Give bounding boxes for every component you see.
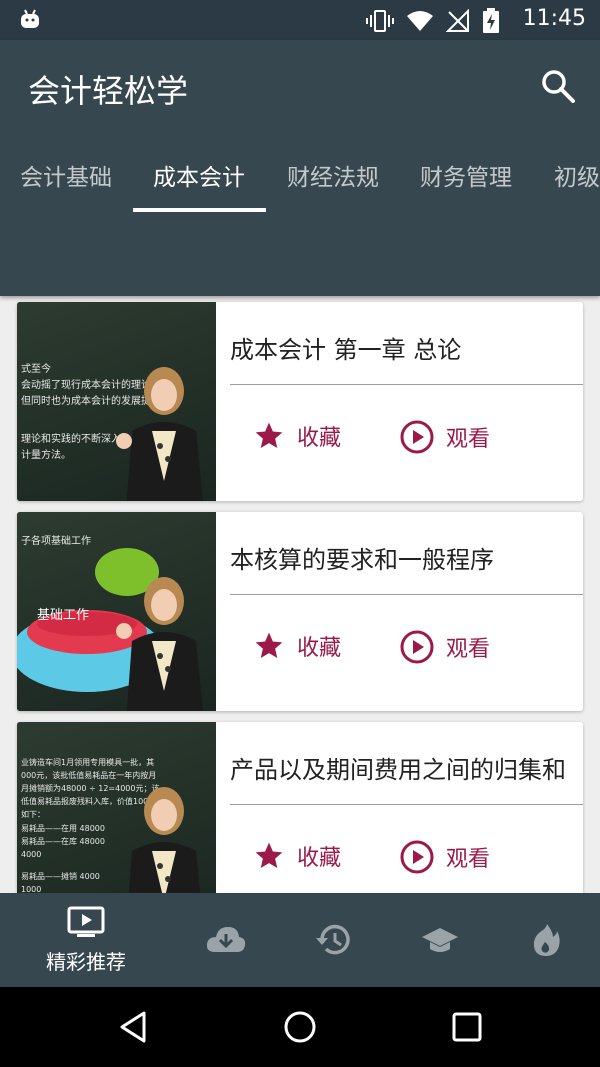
favorite-label: 收藏 bbox=[297, 636, 342, 661]
cloud-download-icon bbox=[206, 927, 246, 952]
status-bar: 11:45 bbox=[0, 0, 600, 40]
favorite-label: 收藏 bbox=[297, 846, 342, 871]
course-title[interactable]: 产品以及期间费用之间的归集和 bbox=[230, 750, 580, 784]
favorite-button[interactable]: 收藏 bbox=[253, 840, 341, 872]
watch-label: 观看 bbox=[446, 637, 491, 662]
thumb-text: 易耗品——在库 48000 bbox=[21, 837, 105, 846]
tab-accounting-basics[interactable]: 会计基础 bbox=[20, 158, 112, 192]
favorite-button[interactable]: 收藏 bbox=[253, 630, 341, 662]
nav-featured-label: 精彩推荐 bbox=[46, 949, 126, 974]
history-icon bbox=[316, 924, 350, 955]
thumb-text: 业铸造车间1月领用专用模具一批，其 bbox=[21, 758, 155, 767]
play-circle-icon bbox=[400, 420, 434, 454]
nav-courses[interactable] bbox=[387, 893, 493, 987]
back-icon[interactable] bbox=[116, 1009, 152, 1045]
nav-history[interactable] bbox=[280, 893, 386, 987]
tab-cost-accounting[interactable]: 成本会计 bbox=[153, 158, 245, 192]
lecturer-image bbox=[116, 367, 203, 501]
thumb-text: 计量方法。 bbox=[21, 450, 71, 461]
app-bar: 会计轻松学 会计基础 成本会计 财经法规 财务管理 初级 bbox=[0, 40, 600, 296]
divider bbox=[230, 594, 583, 595]
nav-hot[interactable] bbox=[493, 893, 599, 987]
android-icon bbox=[21, 9, 39, 28]
tab-junior[interactable]: 初级 bbox=[554, 158, 600, 192]
fire-icon bbox=[533, 924, 560, 956]
tab-financial-management[interactable]: 财务管理 bbox=[420, 158, 512, 192]
bottom-navigation: 精彩推荐 bbox=[0, 893, 600, 987]
favorite-label: 收藏 bbox=[297, 426, 342, 451]
thumb-text: 1000 bbox=[21, 885, 42, 893]
school-icon bbox=[422, 928, 458, 952]
divider bbox=[230, 804, 583, 805]
lecturer-image bbox=[128, 787, 201, 893]
course-card[interactable]: 业铸造车间1月领用专用模具一批，其 000元，该批低值易耗品在一年内按月 月摊销… bbox=[17, 722, 583, 893]
no-signal-icon bbox=[446, 9, 469, 32]
watch-button[interactable]: 观看 bbox=[400, 420, 490, 454]
tab-finance-law[interactable]: 财经法规 bbox=[287, 158, 379, 192]
course-list[interactable]: 式至今 会动摇了现行成本会计的理论基础 但同时也为成本会计的发展提供 理论和实践… bbox=[0, 296, 600, 893]
nav-downloads[interactable] bbox=[173, 893, 279, 987]
divider bbox=[230, 384, 583, 385]
app-title: 会计轻松学 bbox=[28, 72, 189, 110]
thumb-text: 易耗品——在用 48000 bbox=[21, 824, 105, 833]
play-circle-icon bbox=[400, 630, 434, 664]
system-navigation-bar bbox=[0, 987, 600, 1067]
star-icon bbox=[255, 632, 283, 658]
course-title[interactable]: 成本会计 第一章 总论 bbox=[230, 330, 580, 364]
thumb-text: 易耗品——摊销 4000 bbox=[21, 872, 100, 881]
tab-indicator bbox=[133, 208, 266, 212]
status-time: 11:45 bbox=[522, 6, 586, 31]
lecturer-image bbox=[116, 577, 203, 711]
thumb-text: 基础工作 bbox=[37, 608, 90, 623]
course-card[interactable]: 式至今 会动摇了现行成本会计的理论基础 但同时也为成本会计的发展提供 理论和实践… bbox=[17, 302, 583, 501]
wifi-icon bbox=[407, 11, 433, 31]
thumb-text: 式至今 bbox=[21, 364, 51, 375]
course-thumbnail[interactable]: 业铸造车间1月领用专用模具一批，其 000元，该批低值易耗品在一年内按月 月摊销… bbox=[17, 722, 216, 893]
course-thumbnail[interactable]: 子各项基础工作 基础工作 bbox=[17, 512, 216, 711]
course-card[interactable]: 子各项基础工作 基础工作 本核算的要求和一般程序 收藏 观看 bbox=[17, 512, 583, 711]
vibrate-icon bbox=[366, 10, 394, 32]
nav-featured[interactable]: 精彩推荐 bbox=[33, 893, 139, 987]
play-circle-icon bbox=[400, 840, 434, 874]
watch-button[interactable]: 观看 bbox=[400, 630, 490, 664]
star-icon bbox=[255, 422, 283, 448]
star-icon bbox=[255, 842, 283, 868]
watch-label: 观看 bbox=[446, 427, 491, 452]
search-icon[interactable] bbox=[540, 68, 576, 104]
tv-play-icon bbox=[67, 906, 105, 937]
home-icon[interactable] bbox=[282, 1009, 318, 1045]
thumb-text: 4000 bbox=[21, 850, 42, 859]
watch-label: 观看 bbox=[446, 847, 491, 872]
category-tabs: 会计基础 成本会计 财经法规 财务管理 初级 bbox=[0, 148, 600, 214]
watch-button[interactable]: 观看 bbox=[400, 840, 490, 874]
favorite-button[interactable]: 收藏 bbox=[253, 420, 341, 452]
thumb-text: 如下： bbox=[21, 810, 45, 819]
course-title[interactable]: 本核算的要求和一般程序 bbox=[230, 540, 580, 574]
course-thumbnail[interactable]: 式至今 会动摇了现行成本会计的理论基础 但同时也为成本会计的发展提供 理论和实践… bbox=[17, 302, 216, 501]
recents-icon[interactable] bbox=[449, 1009, 485, 1045]
battery-charging-icon bbox=[483, 8, 499, 33]
